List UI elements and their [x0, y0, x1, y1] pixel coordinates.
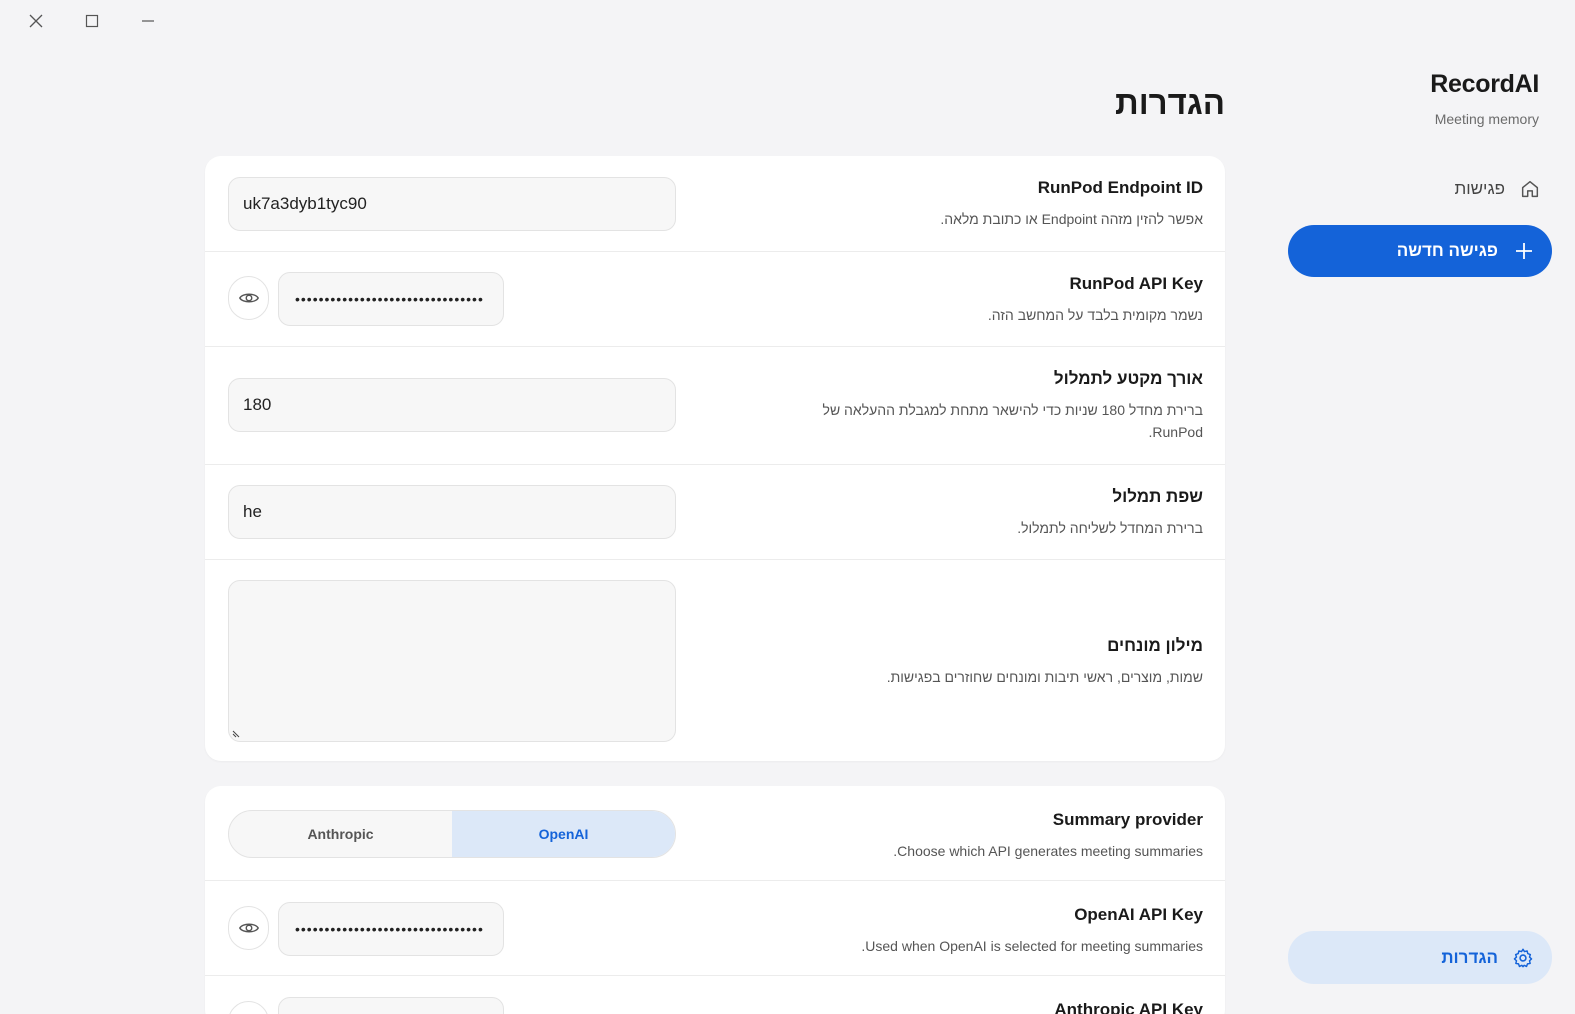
provider-row: Summary provider Choose which API genera… — [205, 786, 1225, 881]
provider-option-anthropic[interactable]: Anthropic — [229, 811, 452, 857]
eye-icon — [238, 293, 259, 303]
new-meeting-label: פגישה חדשה — [1396, 241, 1498, 260]
openai-key-input[interactable]: •••••••••••••••••••••••••••••••• — [278, 902, 504, 956]
anthropic-key-title: Anthropic API Key — [1054, 1000, 1203, 1014]
sidebar-item-meetings[interactable]: פגישות — [1454, 176, 1541, 202]
transcription-settings-card: RunPod Endpoint ID אפשר להזין מזהה Endpo… — [205, 156, 1225, 761]
window-controls — [8, 8, 176, 34]
anthropic-key-input[interactable] — [278, 997, 504, 1014]
runpod-key-row: RunPod API Key נשמר מקומית בלבד על המחשב… — [205, 252, 1225, 347]
segment-length-title: אורך מקטע לתמלול — [1053, 369, 1203, 388]
endpoint-row: RunPod Endpoint ID אפשר להזין מזהה Endpo… — [205, 156, 1225, 252]
provider-toggle: Anthropic OpenAI — [228, 810, 676, 858]
sidebar-item-label: פגישות — [1454, 179, 1505, 198]
segment-length-input[interactable]: 180 — [228, 378, 676, 432]
segment-length-row: אורך מקטע לתמלול ברירת מחדל 180 שניות כד… — [205, 347, 1225, 465]
brand-title: RecordAI — [1430, 70, 1539, 98]
summary-settings-card: Summary provider Choose which API genera… — [205, 786, 1225, 1014]
page-title: הגדרות — [1115, 84, 1225, 121]
endpoint-description: אפשר להזין מזהה Endpoint או כתובת מלאה. — [940, 211, 1203, 227]
glossary-description: שמות, מוצרים, ראשי תיבות ומונחים שחוזרים… — [886, 669, 1203, 685]
show-runpod-key-button[interactable] — [228, 276, 269, 320]
show-openai-key-button[interactable] — [228, 906, 269, 950]
brand-subtitle: Meeting memory — [1434, 111, 1539, 127]
endpoint-title: RunPod Endpoint ID — [1037, 178, 1203, 197]
close-icon[interactable] — [8, 8, 64, 34]
openai-key-row: OpenAI API Key Used when OpenAI is selec… — [205, 881, 1225, 976]
runpod-key-description: נשמר מקומית בלבד על המחשב הזה. — [987, 307, 1203, 323]
sidebar-item-label: הגדרות — [1441, 947, 1498, 967]
minimize-icon[interactable] — [120, 8, 176, 34]
resize-grip-icon[interactable] — [232, 730, 240, 738]
openai-key-title: OpenAI API Key — [1074, 905, 1203, 924]
language-row: שפת תמלול ברירת המחדל לשליחה לתמלול. he — [205, 465, 1225, 560]
show-anthropic-key-button[interactable] — [228, 1001, 269, 1014]
provider-description: Choose which API generates meeting summa… — [893, 843, 1203, 859]
plus-icon — [1516, 243, 1532, 259]
new-meeting-button[interactable]: פגישה חדשה — [1288, 225, 1552, 277]
gear-icon — [1513, 948, 1533, 967]
glossary-textarea[interactable] — [228, 580, 676, 742]
provider-title: Summary provider — [1052, 810, 1203, 829]
sidebar-item-settings[interactable]: הגדרות — [1288, 931, 1552, 984]
language-description: ברירת המחדל לשליחה לתמלול. — [1017, 520, 1203, 536]
home-icon — [1521, 180, 1539, 198]
language-title: שפת תמלול — [1112, 487, 1203, 506]
language-input[interactable]: he — [228, 485, 676, 539]
glossary-row: מילון מונחים שמות, מוצרים, ראשי תיבות ומ… — [205, 560, 1225, 761]
endpoint-input[interactable]: uk7a3dyb1tyc90 — [228, 177, 676, 231]
eye-icon — [238, 923, 259, 933]
anthropic-key-row: Anthropic API Key — [205, 976, 1225, 1014]
glossary-title: מילון מונחים — [1107, 636, 1203, 655]
openai-key-description: Used when OpenAI is selected for meeting… — [861, 938, 1203, 954]
sidebar: RecordAI Meeting memory פגישות פגישה חדש… — [1285, 0, 1575, 1014]
runpod-key-title: RunPod API Key — [1069, 274, 1204, 293]
maximize-icon[interactable] — [64, 8, 120, 34]
provider-option-openai[interactable]: OpenAI — [452, 811, 675, 857]
runpod-key-input[interactable]: •••••••••••••••••••••••••••••••• — [278, 272, 504, 326]
brand: RecordAI Meeting memory — [1430, 70, 1539, 127]
segment-length-description: ברירת מחדל 180 שניות כדי להישאר מתחת למג… — [822, 402, 1203, 440]
